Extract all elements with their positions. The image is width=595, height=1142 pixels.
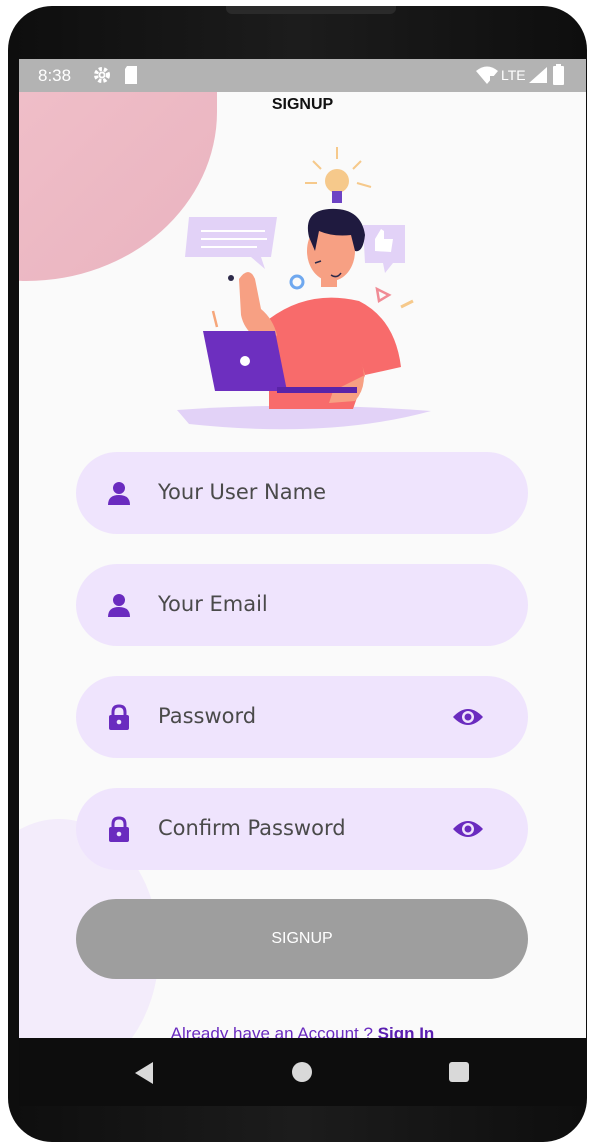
signup-button[interactable]: SIGNUP bbox=[76, 899, 528, 979]
lock-icon bbox=[109, 704, 129, 730]
email-field[interactable]: Your Email bbox=[76, 564, 528, 646]
password-placeholder: Password bbox=[158, 704, 257, 728]
username-field[interactable]: Your User Name bbox=[76, 452, 528, 534]
signin-link[interactable]: Sign In bbox=[378, 1024, 435, 1038]
navigation-bar bbox=[19, 1038, 586, 1106]
eye-icon[interactable] bbox=[452, 816, 484, 842]
person-icon bbox=[108, 482, 130, 505]
eye-icon[interactable] bbox=[452, 704, 484, 730]
signin-prompt: Already have an Account ? Sign In bbox=[19, 1024, 586, 1038]
person-icon bbox=[108, 594, 130, 617]
email-placeholder: Your Email bbox=[158, 592, 268, 616]
battery-icon bbox=[553, 64, 564, 85]
password-field[interactable]: Password bbox=[76, 676, 528, 758]
back-icon[interactable] bbox=[135, 1062, 153, 1084]
confirm-password-field[interactable]: Confirm Password bbox=[76, 788, 528, 870]
wifi-icon bbox=[476, 66, 498, 84]
recents-icon[interactable] bbox=[449, 1062, 469, 1082]
network-type: LTE bbox=[501, 67, 526, 83]
app-screen: 8:38 LTE SIGNUP Your User Name Your Emai… bbox=[19, 59, 586, 1038]
username-placeholder: Your User Name bbox=[158, 480, 326, 504]
confirm-password-placeholder: Confirm Password bbox=[158, 816, 346, 840]
lock-icon bbox=[109, 816, 129, 842]
sd-card-icon bbox=[125, 66, 137, 84]
signup-illustration bbox=[177, 147, 431, 430]
status-bar: 8:38 LTE bbox=[19, 59, 586, 92]
signal-icon bbox=[529, 67, 547, 83]
home-icon[interactable] bbox=[292, 1062, 312, 1082]
signin-prompt-text: Already have an Account ? bbox=[170, 1024, 378, 1038]
status-time: 8:38 bbox=[38, 66, 72, 85]
gear-icon bbox=[94, 67, 110, 83]
speaker bbox=[226, 6, 396, 14]
page-title: SIGNUP bbox=[271, 96, 334, 113]
